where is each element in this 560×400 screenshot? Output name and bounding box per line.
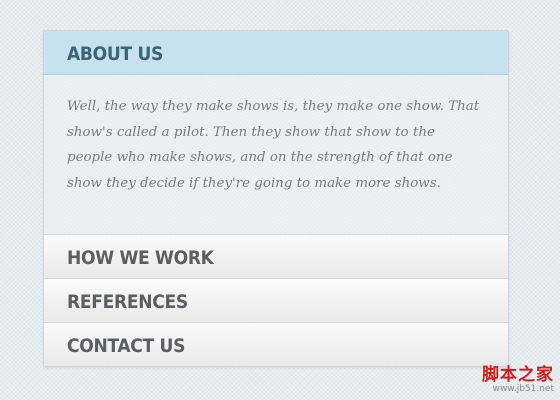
accordion-header-contact-us[interactable]: CONTACT US	[44, 322, 508, 366]
watermark-title: 脚本之家	[482, 365, 554, 385]
about-us-text: Well, the way they make shows is, they m…	[67, 99, 480, 191]
accordion-header-about-us[interactable]: ABOUT US	[44, 31, 508, 75]
accordion: ABOUT US Well, the way they make shows i…	[43, 30, 509, 367]
accordion-panel-about-us: Well, the way they make shows is, they m…	[44, 75, 508, 234]
accordion-header-references[interactable]: REFERENCES	[44, 278, 508, 322]
watermark-url: www.jb51.net	[492, 384, 554, 394]
accordion-header-how-we-work[interactable]: HOW WE WORK	[44, 234, 508, 278]
site-watermark: 脚本之家 www.jb51.net	[482, 367, 554, 394]
